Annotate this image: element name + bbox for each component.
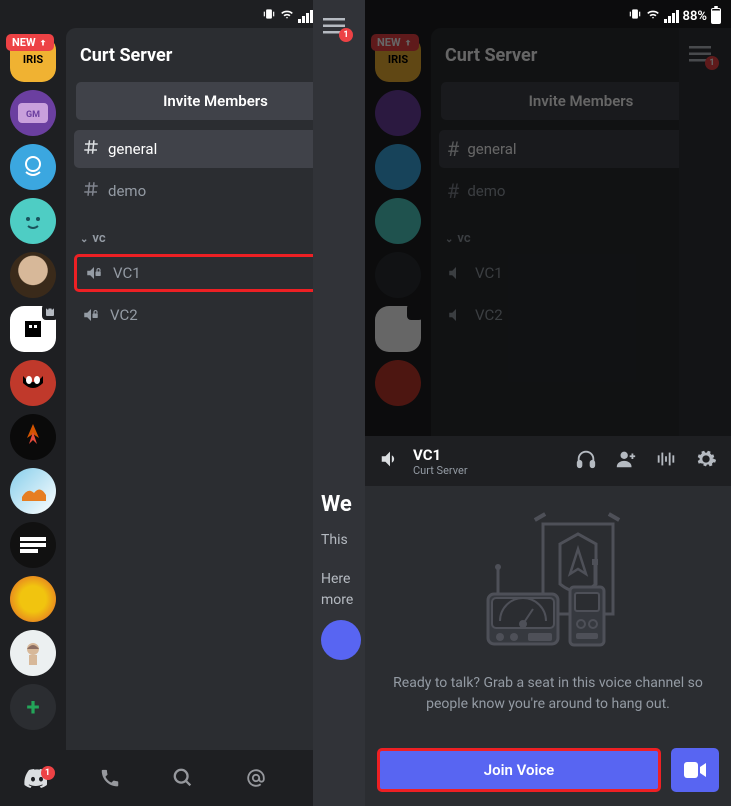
speaker-lock-icon (85, 264, 103, 282)
video-button[interactable] (671, 748, 719, 792)
server-icon[interactable] (10, 252, 56, 298)
server-icon[interactable] (375, 306, 421, 352)
server-icon[interactable] (10, 576, 56, 622)
server-icon[interactable] (10, 414, 56, 460)
screenshot-right: 88% NEW IRIS Curt Server (365, 0, 731, 806)
server-icon[interactable] (10, 630, 56, 676)
battery-percent: 88% (683, 9, 707, 24)
speaker-icon (379, 448, 401, 474)
vibrate-icon (262, 7, 276, 25)
nav-badge: 1 (41, 766, 55, 780)
server-title: Curt Server (80, 45, 172, 66)
action-pill[interactable] (321, 620, 361, 660)
chevron-down-icon: ⌄ (80, 234, 88, 245)
voice-prompt-text: Ready to talk? Grab a seat in this voice… (389, 673, 707, 715)
nav-mentions-button[interactable] (234, 767, 278, 789)
server-icon[interactable] (10, 198, 56, 244)
signal-icon (664, 10, 679, 23)
soundboard-icon[interactable] (655, 448, 677, 474)
server-icon[interactable] (10, 306, 56, 352)
voice-channel-label: VC1 (113, 264, 141, 282)
wifi-icon (645, 7, 661, 25)
statusbar-icons (628, 7, 679, 25)
hash-icon: # (447, 179, 459, 203)
server-icon[interactable] (375, 198, 421, 244)
speaker-lock-icon (82, 306, 100, 324)
vibrate-icon (628, 7, 642, 25)
bottom-nav: 1 (0, 750, 365, 806)
nav-discord-button[interactable]: 1 (15, 768, 59, 788)
channel-label: general (108, 140, 157, 158)
server-icon[interactable] (375, 252, 421, 298)
notification-badge: 1 (339, 28, 353, 42)
battery-icon (711, 8, 721, 24)
statusbar: 88% (0, 0, 365, 28)
server-icon[interactable] (375, 360, 421, 406)
gear-icon[interactable] (695, 448, 717, 474)
headphones-icon[interactable] (575, 448, 597, 474)
statusbar-icons (262, 7, 313, 25)
server-icon[interactable] (10, 522, 56, 568)
add-server-button[interactable]: + (10, 684, 56, 730)
server-icon[interactable] (10, 360, 56, 406)
server-title: Curt Server (445, 45, 537, 66)
speaker-lock-icon (447, 306, 465, 324)
server-list: NEW IRIS GM (0, 28, 66, 750)
voice-channel-title: VC1 (413, 446, 563, 464)
signal-icon (298, 10, 313, 23)
voice-actions: Join Voice (365, 738, 731, 806)
event-badge-icon (42, 304, 58, 320)
wifi-icon (279, 7, 295, 25)
new-badge: NEW (6, 34, 54, 51)
channel-label: demo (108, 182, 146, 200)
nav-friends-button[interactable] (88, 767, 132, 789)
server-icon[interactable] (10, 468, 56, 514)
voice-body: Ready to talk? Grab a seat in this voice… (365, 486, 731, 738)
voice-header: VC1 Curt Server (365, 436, 731, 486)
server-icon[interactable] (375, 144, 421, 190)
chat-peek: 1 We This Here more (313, 0, 365, 806)
voice-illustration (448, 509, 648, 659)
welcome-heading: We (321, 492, 352, 517)
add-user-icon[interactable] (615, 448, 637, 474)
statusbar: 88% (365, 0, 731, 28)
new-badge: NEW (371, 34, 419, 51)
welcome-subtitle: This Here more (321, 530, 353, 611)
voice-server-subtitle: Curt Server (413, 464, 563, 477)
server-icon[interactable]: GM (10, 90, 56, 136)
voice-bottom-sheet: VC1 Curt Server (365, 436, 731, 806)
server-icon[interactable] (10, 144, 56, 190)
svg-text:GM: GM (26, 110, 40, 120)
hash-icon (82, 179, 100, 203)
event-badge-icon (407, 304, 423, 320)
voice-channel-label: VC2 (110, 306, 138, 324)
hash-icon (82, 137, 100, 161)
speaker-lock-icon (447, 264, 465, 282)
nav-search-button[interactable] (161, 767, 205, 789)
hash-icon: # (447, 137, 459, 161)
screenshot-left: 88% NEW IRIS GM (0, 0, 365, 806)
server-icon[interactable] (375, 90, 421, 136)
notification-badge: 1 (705, 56, 719, 70)
join-voice-button[interactable]: Join Voice (377, 748, 661, 792)
app-frame: NEW IRIS GM (0, 28, 365, 750)
